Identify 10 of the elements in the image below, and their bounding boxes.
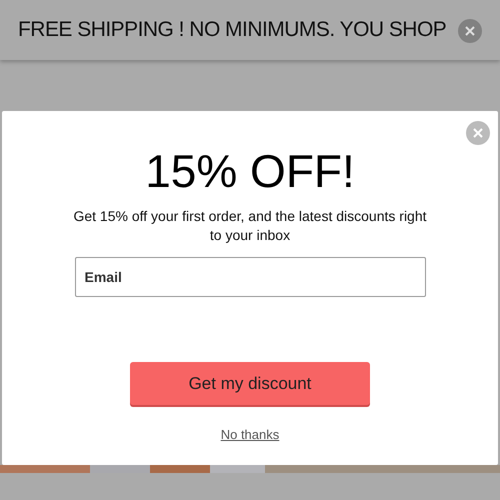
discount-button[interactable]: Get my discount [130,362,370,405]
announcement-text: FREE SHIPPING ! NO MINIMUMS. YOU SHOP [18,17,446,44]
no-thanks-link[interactable]: No thanks [220,425,280,444]
popup-title: 15% OFF! [145,145,355,197]
close-icon [465,26,475,36]
close-button[interactable] [458,19,482,43]
close-button[interactable] [466,121,490,145]
close-icon [473,128,483,138]
email-field[interactable]: Email [74,257,426,297]
popup-message: Get 15% off your first order, and the latest discounts right to your inbox [72,207,428,245]
